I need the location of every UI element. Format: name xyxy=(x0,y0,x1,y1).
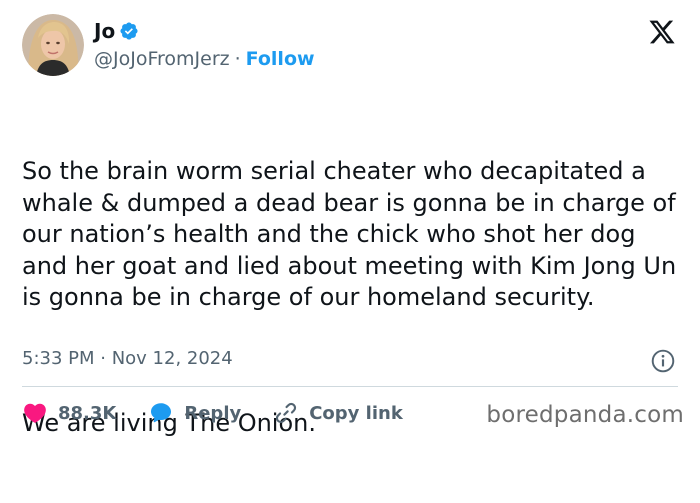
display-name[interactable]: Jo xyxy=(94,19,115,43)
tweet-timestamp[interactable]: 5:33 PM · Nov 12, 2024 xyxy=(22,347,233,371)
copy-link-button[interactable]: Copy link xyxy=(273,400,403,426)
x-logo-icon[interactable] xyxy=(648,18,676,46)
tweet-text: So the brain worm serial cheater who dec… xyxy=(22,93,682,503)
tweet-card: Jo @JoJoFromJerz · Follow So the brain w… xyxy=(0,0,700,440)
action-bar: 88.3K Reply Copy link xyxy=(22,398,435,428)
reply-button[interactable]: Reply xyxy=(148,400,241,426)
author-handle[interactable]: @JoJoFromJerz xyxy=(94,47,230,71)
speech-bubble-icon xyxy=(151,403,172,423)
heart-icon xyxy=(24,403,46,423)
link-icon xyxy=(276,402,297,424)
like-count: 88.3K xyxy=(58,402,117,424)
copy-link-label: Copy link xyxy=(309,402,403,424)
reply-label: Reply xyxy=(184,402,242,424)
separator-dot: · xyxy=(234,48,241,70)
divider xyxy=(22,386,678,387)
author-handle-row: @JoJoFromJerz · Follow xyxy=(94,47,315,71)
like-button[interactable]: 88.3K xyxy=(22,400,116,426)
follow-button[interactable]: Follow xyxy=(246,47,315,71)
verified-badge-icon xyxy=(119,21,139,41)
author-name-row: Jo xyxy=(94,19,139,43)
tweet-text-paragraph-1: So the brain worm serial cheater who dec… xyxy=(22,157,684,311)
info-icon[interactable] xyxy=(650,348,676,374)
watermark: boredpanda.com xyxy=(486,402,684,428)
avatar-image xyxy=(22,14,84,76)
avatar[interactable] xyxy=(22,14,84,76)
